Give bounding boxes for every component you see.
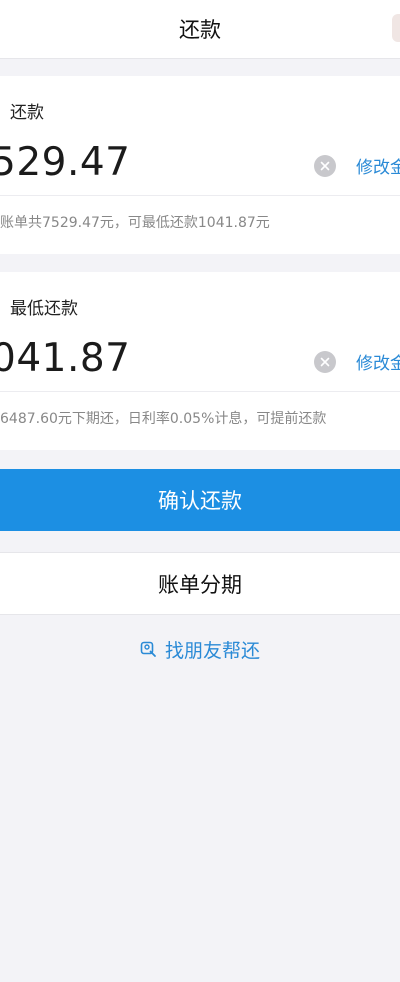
clear-icon[interactable] (314, 351, 336, 373)
clear-icon[interactable] (314, 155, 336, 177)
bill-installment-button[interactable]: 账单分期 (0, 552, 400, 615)
min-repayment-card: 最低还款 041.87 修改金 6487.60元下期还，日利率0.05%计息，可… (0, 272, 400, 450)
min-repayment-label: 最低还款 (10, 299, 78, 319)
min-repayment-hint: 6487.60元下期还，日利率0.05%计息，可提前还款 (0, 411, 327, 427)
modify-amount-button[interactable]: 修改金 (356, 349, 400, 374)
min-repayment-amount-input[interactable]: 041.87 (0, 336, 130, 381)
divider (0, 391, 400, 392)
full-repayment-label: 还款 (10, 103, 44, 123)
page-title: 还款 (179, 18, 221, 42)
full-repayment-amount-input[interactable]: 529.47 (0, 140, 130, 185)
friend-help-icon (140, 641, 157, 658)
navigation-bar: 还款 (0, 0, 400, 59)
full-repayment-hint: 账单共7529.47元，可最低还款1041.87元 (0, 215, 270, 231)
modify-amount-button[interactable]: 修改金 (356, 153, 400, 178)
confirm-repayment-button[interactable]: 确认还款 (0, 469, 400, 531)
friend-help-label: 找朋友帮还 (164, 639, 260, 662)
divider (0, 195, 400, 196)
friend-help-link[interactable]: 找朋友帮还 (0, 632, 400, 666)
full-repayment-card: 还款 529.47 修改金 账单共7529.47元，可最低还款1041.87元 (0, 76, 400, 254)
nav-corner-decoration (392, 14, 400, 42)
